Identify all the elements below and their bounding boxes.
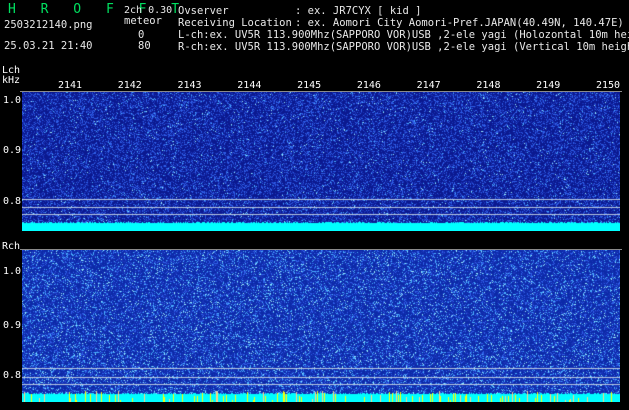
time-tick-2150: 2150: [595, 80, 621, 91]
lch-spectrogram: [22, 92, 620, 231]
observer-value: : ex. JR7CYX [ kid ]: [295, 5, 422, 17]
rch-count: 80: [138, 40, 151, 52]
observer-key: Ovserver: [178, 5, 229, 17]
location-value: : ex. Aomori City Aomori-Pref.JAPAN(40.4…: [295, 17, 624, 29]
meteor-label: meteor: [124, 15, 162, 27]
filename-label: 2503212140.png: [4, 19, 93, 31]
location-key: Receiving Location: [178, 17, 292, 29]
time-tick-2143: 2143: [177, 80, 202, 91]
lch-ytick-0-9: 0.9: [3, 145, 22, 156]
time-tick-2142: 2142: [117, 80, 142, 91]
lch-unit: kHz: [2, 75, 21, 86]
rch-title: Rch: [2, 241, 21, 252]
time-tick-2145: 2145: [297, 80, 322, 91]
time-tick-2149: 2149: [536, 80, 561, 91]
time-tick-2141: 2141: [57, 80, 83, 91]
lch-description: L-ch:ex. UV5R 113.900Mhz(SAPPORO VOR)USB…: [178, 29, 629, 41]
datetime-label: 25.03.21 21:40: [4, 40, 93, 52]
rch-ytick-0-8: 0.8: [3, 370, 22, 381]
time-tick-2144: 2144: [237, 80, 262, 91]
rch-ytick-0-9: 0.9: [3, 320, 22, 331]
lch-ytick-1-0: 1.0: [3, 95, 22, 106]
rch-description: R-ch:ex. UV5R 113.900Mhz(SAPPORO VOR)USB…: [178, 41, 629, 53]
lch-ytick-0-8: 0.8: [3, 196, 22, 207]
time-tick-2148: 2148: [476, 80, 501, 91]
time-tick-2146: 2146: [356, 80, 381, 91]
time-tick-2147: 2147: [416, 80, 441, 91]
rch-ytick-1-0: 1.0: [3, 266, 22, 277]
rch-spectrogram: [22, 250, 620, 402]
